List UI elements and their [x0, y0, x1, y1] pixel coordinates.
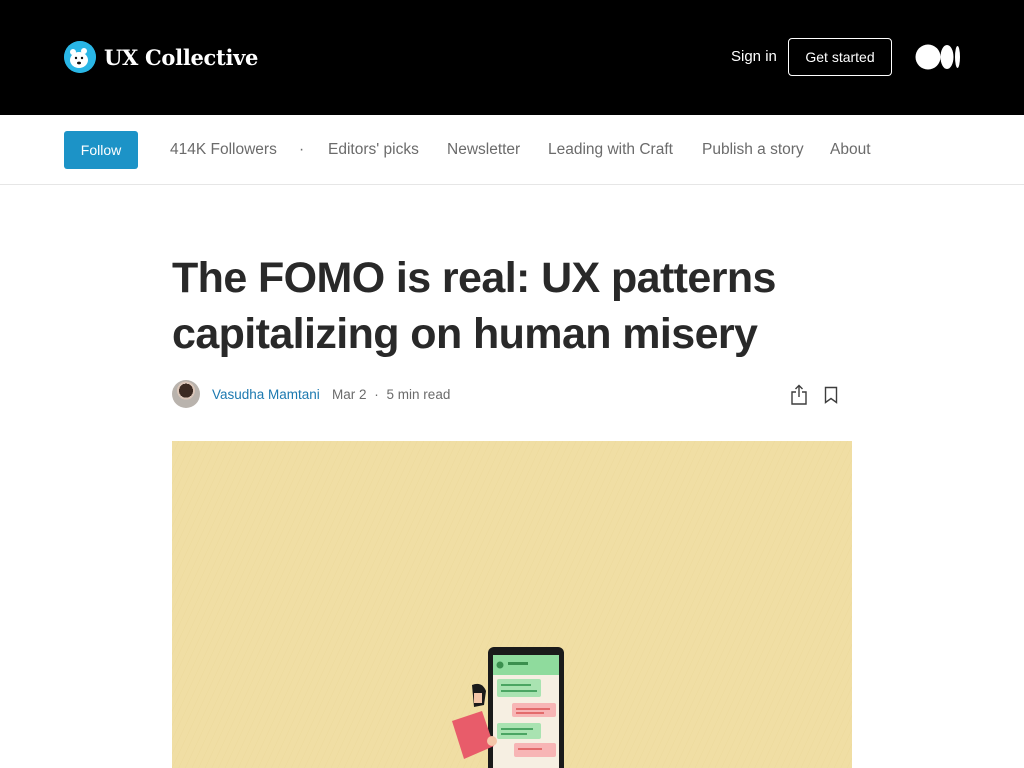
author-avatar[interactable] — [172, 380, 200, 408]
article-meta: Mar 2 · 5 min read — [332, 387, 450, 402]
read-time: 5 min read — [386, 387, 451, 402]
share-icon[interactable] — [790, 384, 808, 411]
author-name[interactable]: Vasudha Mamtani — [212, 387, 320, 402]
top-header: UX Collective Sign in Get started — [0, 0, 1024, 115]
article-title-line-2: capitalizing on human misery — [172, 310, 758, 358]
nav-item-publish-a-story[interactable]: Publish a story — [702, 141, 804, 159]
get-started-button[interactable]: Get started — [788, 38, 892, 76]
brand-name: UX Collective — [104, 44, 259, 70]
follow-button[interactable]: Follow — [64, 131, 138, 169]
nav-separator: · — [299, 141, 305, 158]
followers-count[interactable]: 414K Followers — [170, 141, 277, 159]
brand-link[interactable]: UX Collective — [64, 41, 258, 73]
hero-illustration — [172, 441, 852, 768]
medium-logo-icon[interactable] — [915, 44, 961, 75]
polar-bear-logo — [64, 41, 96, 73]
nav-item-leading-with-craft[interactable]: Leading with Craft — [548, 141, 673, 159]
publication-nav: Follow 414K Followers · Editors' picks N… — [0, 115, 1024, 185]
meta-separator: · — [374, 387, 379, 402]
publish-date: Mar 2 — [332, 387, 367, 402]
author-row: Vasudha Mamtani Mar 2 · 5 min read — [172, 380, 852, 410]
nav-item-about[interactable]: About — [830, 141, 871, 159]
bookmark-icon[interactable] — [824, 386, 838, 409]
hero-image — [172, 441, 852, 768]
nav-item-editors-picks[interactable]: Editors' picks — [328, 141, 419, 159]
article-title-line-1: The FOMO is real: UX patterns — [172, 254, 776, 302]
article-title: The FOMO is real: UX patterns capitalizi… — [172, 250, 862, 362]
sign-in-link[interactable]: Sign in — [731, 48, 777, 65]
nav-item-newsletter[interactable]: Newsletter — [447, 141, 520, 159]
